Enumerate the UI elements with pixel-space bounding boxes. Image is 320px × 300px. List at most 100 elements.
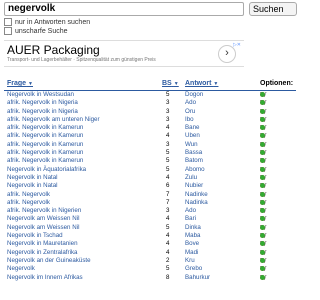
table-row: Negervolk in Tschad4MabaW [4, 232, 296, 240]
answer-link[interactable]: Grebo [185, 265, 202, 273]
question-link[interactable]: Negervolk in Natal [7, 174, 58, 182]
answer-link[interactable]: Dinka [185, 224, 201, 232]
add-icon[interactable] [260, 116, 265, 122]
letter-count: 4 [166, 232, 170, 240]
fuzzy-search-label: unscharfe Suche [15, 28, 68, 35]
search-button[interactable]: Suchen [249, 2, 297, 16]
sort-down-icon: ▼ [28, 81, 33, 87]
ad-banner[interactable]: ▷✕ AUER Packaging Transport- und Lagerbe… [4, 40, 244, 67]
fuzzy-search-checkbox[interactable] [4, 27, 12, 36]
only-answers-checkbox[interactable] [4, 18, 12, 27]
table-row: Negervolk in Äquatorialafrika5AbomoW [4, 166, 296, 174]
question-link[interactable]: afrik. Negervolk am unteren Niger [7, 116, 100, 124]
table-row: afrik. Negervolk in Kamerun5BassaW [4, 149, 296, 157]
question-link[interactable]: afrik. Negervolk in Nigerien [7, 207, 81, 215]
answer-link[interactable]: Madi [185, 249, 198, 257]
answer-link[interactable]: Nadinka [185, 199, 208, 207]
add-icon[interactable] [260, 166, 265, 172]
question-link[interactable]: Negervolk [7, 265, 35, 273]
answer-link[interactable]: Bari [185, 215, 196, 223]
ad-info-icon[interactable]: ▷✕ [233, 42, 241, 48]
answer-link[interactable]: Zulu [185, 174, 197, 182]
add-icon[interactable] [260, 191, 265, 197]
answer-link[interactable]: Abomo [185, 166, 205, 174]
question-link[interactable]: Negervolk in Tschad [7, 232, 63, 240]
ad-arrow-icon[interactable]: › [218, 45, 236, 63]
answer-link[interactable]: Maba [185, 232, 200, 240]
question-link[interactable]: afrik. Negervolk [7, 199, 50, 207]
answer-link[interactable]: Uben [185, 132, 200, 140]
question-link[interactable]: Negervolk in Äquatorialafrika [7, 166, 86, 174]
letter-count: 5 [166, 165, 170, 173]
table-row: afrik. Negervolk in Kamerun4UbenW [4, 132, 296, 140]
answer-link[interactable]: Dogon [185, 91, 203, 99]
letter-count: 8 [166, 273, 170, 281]
column-header-question[interactable]: Frage ▼ [7, 80, 33, 87]
table-row: Negervolk in Westsudan5DogonW [4, 91, 296, 99]
question-link[interactable]: Negervolk an der Guineaküste [7, 257, 91, 265]
letter-count: 5 [166, 157, 170, 165]
question-link[interactable]: Negervolk in Natal [7, 182, 58, 190]
add-icon[interactable] [260, 274, 265, 280]
answer-link[interactable]: Ibo [185, 116, 194, 124]
table-row: afrik. Negervolk in Kamerun5BatomW [4, 157, 296, 165]
add-icon[interactable] [260, 108, 265, 114]
question-link[interactable]: afrik. Negervolk in Kamerun [7, 124, 83, 132]
column-header-letters[interactable]: BS ▼ [162, 80, 179, 87]
table-row: Negervolk5GreboW [4, 265, 296, 273]
answer-link[interactable]: Ado [185, 207, 196, 215]
answer-link[interactable]: Bane [185, 124, 199, 132]
add-icon[interactable] [260, 224, 265, 230]
question-link[interactable]: Negervolk im Innern Afrikas [7, 274, 83, 282]
table-row: Negervolk am Weissen Nil5DinkaW [4, 224, 296, 232]
letter-count: 5 [166, 223, 170, 231]
fuzzy-search-option[interactable]: unscharfe Suche [4, 27, 68, 37]
table-row: afrik. Negervolk in Nigeria3AdoW [4, 99, 296, 107]
answer-link[interactable]: Wun [185, 141, 198, 149]
answer-link[interactable]: Bove [185, 240, 199, 248]
add-icon[interactable] [260, 249, 265, 255]
add-icon[interactable] [260, 257, 265, 263]
question-link[interactable]: afrik. Negervolk in Kamerun [7, 157, 83, 165]
letter-count: 3 [166, 115, 170, 123]
answer-link[interactable]: Nubier [185, 182, 203, 190]
question-link[interactable]: Negervolk am Weissen Nil [7, 215, 79, 223]
search-input[interactable]: negervolk [4, 2, 244, 16]
question-link[interactable]: afrik. Negervolk in Nigeria [7, 99, 78, 107]
sort-down-icon: ▼ [213, 81, 219, 87]
results-table: Negervolk in Westsudan5DogonWafrik. Nege… [4, 91, 296, 282]
answer-link[interactable]: Nadinke [185, 191, 208, 199]
ad-title[interactable]: AUER Packaging [7, 43, 100, 57]
question-link[interactable]: afrik. Negervolk in Kamerun [7, 149, 83, 157]
letter-count: 4 [166, 240, 170, 248]
table-row: afrik. Negervolk7NadinkaW [4, 199, 296, 207]
letter-count: 5 [166, 91, 170, 98]
question-link[interactable]: afrik. Negervolk in Nigeria [7, 108, 78, 116]
table-row: afrik. Negervolk in Nigeria3OruW [4, 108, 296, 116]
table-row: Negervolk in Zentralafrika4MadiW [4, 249, 296, 257]
question-link[interactable]: Negervolk in Zentralafrika [7, 249, 78, 257]
table-row: Negervolk an der Guineaküste2KruW [4, 257, 296, 265]
question-link[interactable]: Negervolk in Mauretanien [7, 240, 78, 248]
add-icon[interactable] [260, 92, 265, 97]
question-link[interactable]: Negervolk am Weissen Nil [7, 224, 79, 232]
answer-link[interactable]: Ado [185, 99, 196, 107]
question-link[interactable]: Negervolk in Westsudan [7, 91, 74, 99]
add-icon[interactable] [260, 174, 265, 180]
letter-count: 3 [166, 140, 170, 148]
table-row: afrik. Negervolk in Kamerun3WunW [4, 141, 296, 149]
letter-count: 7 [166, 198, 170, 206]
question-link[interactable]: afrik. Negervolk in Kamerun [7, 132, 83, 140]
table-row: afrik. Negervolk am unteren Niger3IboW [4, 116, 296, 124]
answer-link[interactable]: Bahurkur [185, 274, 210, 282]
answer-link[interactable]: Batom [185, 157, 203, 165]
question-link[interactable]: afrik. Negervolk [7, 191, 50, 199]
add-icon[interactable] [260, 141, 265, 147]
answer-link[interactable]: Kru [185, 257, 195, 265]
add-icon[interactable] [260, 199, 265, 205]
letter-count: 4 [166, 248, 170, 256]
answer-link[interactable]: Oru [185, 108, 195, 116]
answer-link[interactable]: Bassa [185, 149, 202, 157]
column-header-answer[interactable]: Antwort ▼ [185, 80, 218, 87]
question-link[interactable]: afrik. Negervolk in Kamerun [7, 141, 83, 149]
